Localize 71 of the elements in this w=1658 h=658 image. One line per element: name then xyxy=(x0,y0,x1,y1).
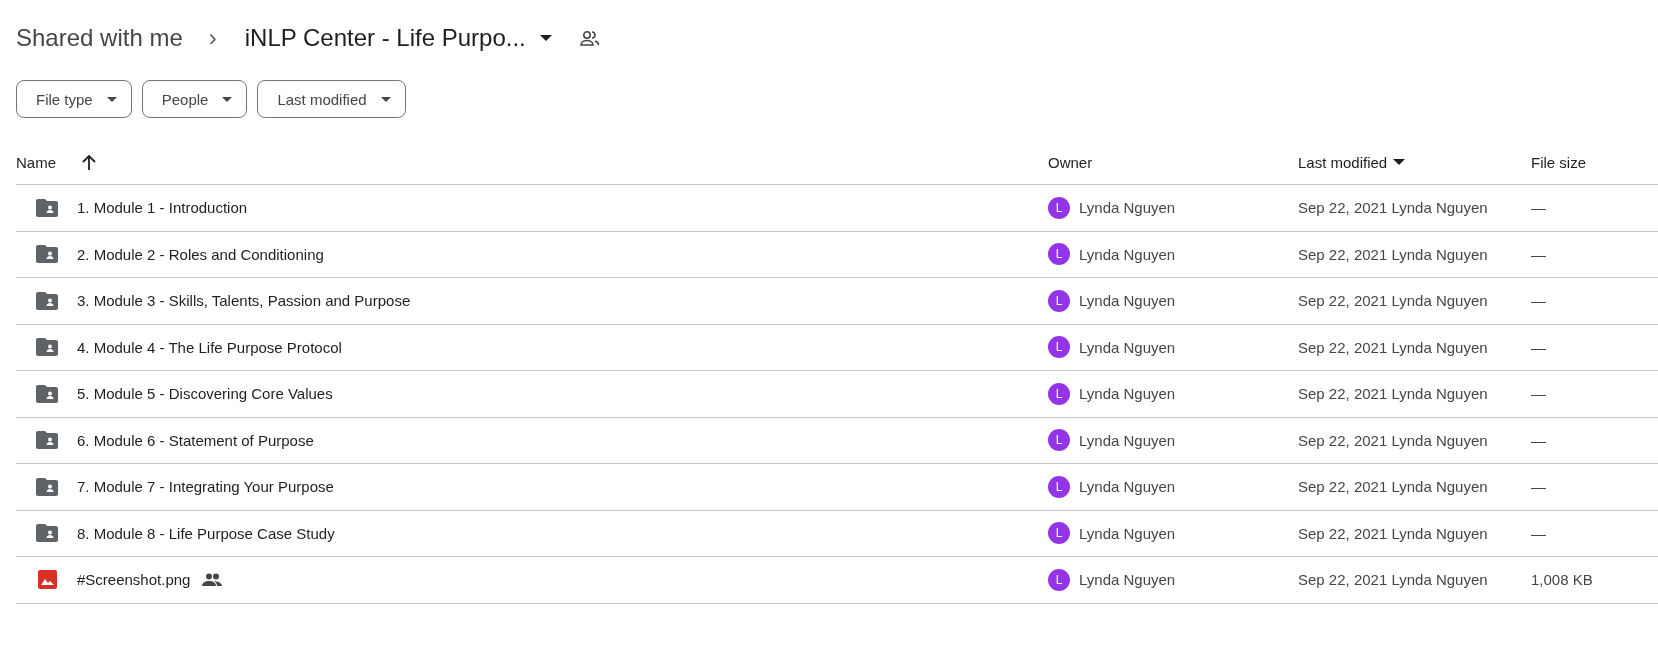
file-name[interactable]: 4. Module 4 - The Life Purpose Protocol xyxy=(77,338,342,356)
breadcrumb-separator: › xyxy=(208,24,217,52)
shared-folder-icon xyxy=(36,245,58,264)
file-name[interactable]: #Screenshot.png xyxy=(77,571,191,589)
owner-avatar: L xyxy=(1048,336,1070,359)
dropdown-caret-icon xyxy=(539,35,552,41)
file-size: — xyxy=(1531,524,1546,542)
owner-avatar: L xyxy=(1048,475,1070,498)
owner-avatar: L xyxy=(1048,243,1070,266)
owner-name: Lynda Nguyen xyxy=(1079,199,1176,217)
current-folder-button[interactable]: iNLP Center - Life Purpo... xyxy=(244,24,552,52)
dropdown-caret-icon xyxy=(106,96,117,102)
shared-folder-icon xyxy=(36,291,58,310)
owner-name: Lynda Nguyen xyxy=(1079,338,1176,356)
image-file-icon xyxy=(38,570,57,590)
shared-folder-icon xyxy=(36,384,58,403)
file-name[interactable]: 3. Module 3 - Skills, Talents, Passion and Purpose xyxy=(77,292,411,310)
owner-name: Lynda Nguyen xyxy=(1079,478,1176,496)
owner-avatar: L xyxy=(1048,429,1070,452)
file-name[interactable]: 5. Module 5 - Discovering Core Values xyxy=(77,385,333,403)
owner-name: Lynda Nguyen xyxy=(1079,245,1176,263)
filter-chip[interactable]: People xyxy=(141,80,248,118)
modified-date: Sep 22, 2021 Lynda Nguyen xyxy=(1298,431,1488,449)
owner-name: Lynda Nguyen xyxy=(1079,524,1176,542)
modified-date: Sep 22, 2021 Lynda Nguyen xyxy=(1298,571,1488,589)
owner-avatar: L xyxy=(1048,289,1070,312)
breadcrumb-link[interactable]: Shared with me xyxy=(16,24,183,52)
file-name[interactable]: 8. Module 8 - Life Purpose Case Study xyxy=(77,524,335,542)
column-header[interactable]: File size xyxy=(1531,153,1586,171)
file-name[interactable]: 7. Module 7 - Integrating Your Purpose xyxy=(77,478,334,496)
filter-chip[interactable]: Last modified xyxy=(257,80,406,118)
modified-date: Sep 22, 2021 Lynda Nguyen xyxy=(1298,199,1488,217)
modified-date: Sep 22, 2021 Lynda Nguyen xyxy=(1298,338,1488,356)
owner-avatar: L xyxy=(1048,196,1070,219)
file-size: — xyxy=(1531,199,1546,217)
owner-name: Lynda Nguyen xyxy=(1079,431,1176,449)
modified-date: Sep 22, 2021 Lynda Nguyen xyxy=(1298,478,1488,496)
shared-folder-icon xyxy=(36,431,58,450)
modified-date: Sep 22, 2021 Lynda Nguyen xyxy=(1298,385,1488,403)
file-name[interactable]: 2. Module 2 - Roles and Conditioning xyxy=(77,245,324,263)
sort-up-arrow-icon[interactable] xyxy=(82,154,96,170)
column-header[interactable]: Last modified xyxy=(1298,153,1406,171)
owner-avatar: L xyxy=(1048,382,1070,405)
shared-folder-icon xyxy=(36,524,58,543)
modified-date: Sep 22, 2021 Lynda Nguyen xyxy=(1298,292,1488,310)
file-size: — xyxy=(1531,338,1546,356)
owner-avatar: L xyxy=(1048,522,1070,545)
file-size: — xyxy=(1531,292,1546,310)
shared-folder-icon xyxy=(36,338,58,357)
file-size: — xyxy=(1531,385,1546,403)
column-header[interactable]: Name xyxy=(16,153,96,171)
file-size: 1,008 KB xyxy=(1531,571,1593,589)
modified-date: Sep 22, 2021 Lynda Nguyen xyxy=(1298,524,1488,542)
filter-chip[interactable]: File type xyxy=(16,80,132,118)
modified-date: Sep 22, 2021 Lynda Nguyen xyxy=(1298,245,1488,263)
dropdown-caret-icon xyxy=(380,96,391,102)
shared-folder-icon xyxy=(36,477,58,496)
column-header[interactable]: Owner xyxy=(1048,153,1093,171)
file-name[interactable]: 6. Module 6 - Statement of Purpose xyxy=(77,431,314,449)
shared-folder-icon xyxy=(36,198,58,217)
file-size: — xyxy=(1531,431,1546,449)
file-size: — xyxy=(1531,478,1546,496)
file-name[interactable]: 1. Module 1 - Introduction xyxy=(77,199,248,217)
owner-name: Lynda Nguyen xyxy=(1079,571,1176,589)
people-icon[interactable] xyxy=(579,30,600,46)
owner-name: Lynda Nguyen xyxy=(1079,292,1176,310)
owner-name: Lynda Nguyen xyxy=(1079,385,1176,403)
file-size: — xyxy=(1531,245,1546,263)
sort-down-caret-icon[interactable] xyxy=(1393,159,1406,165)
owner-avatar: L xyxy=(1048,568,1070,591)
dropdown-caret-icon xyxy=(222,96,233,102)
